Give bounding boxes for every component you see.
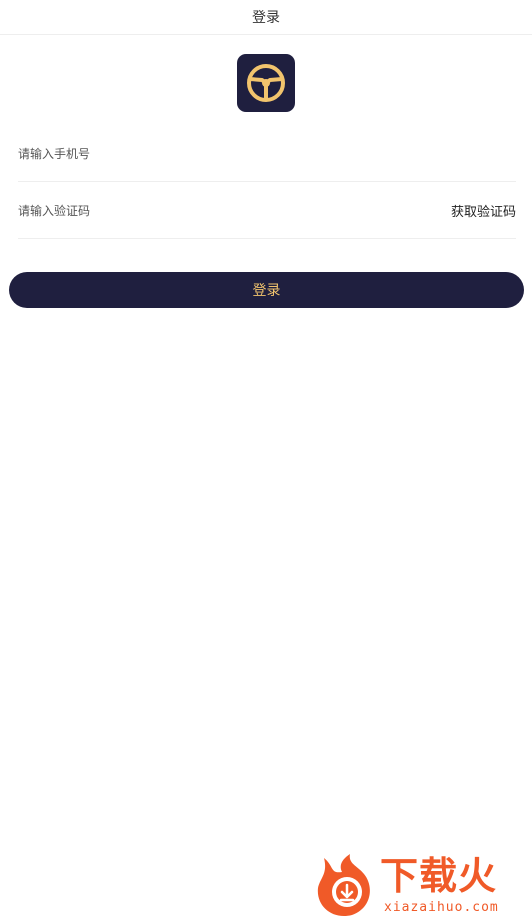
watermark: 下载火 xiazaihuo.com	[314, 852, 528, 918]
login-button[interactable]: 登录	[9, 272, 524, 308]
phone-input[interactable]	[18, 138, 516, 169]
phone-field-row	[18, 126, 516, 182]
app-logo	[237, 54, 295, 112]
verification-code-input[interactable]	[18, 195, 451, 226]
watermark-title: 下载火	[380, 854, 498, 898]
code-field-row: 获取验证码	[18, 183, 516, 239]
page-title: 登录	[252, 10, 280, 26]
watermark-domain: xiazaihuo.com	[384, 900, 499, 915]
flame-download-icon	[317, 854, 370, 917]
nav-bar: 登录	[0, 0, 532, 35]
get-code-button[interactable]: 获取验证码	[451, 201, 516, 220]
steering-wheel-icon	[247, 64, 285, 102]
